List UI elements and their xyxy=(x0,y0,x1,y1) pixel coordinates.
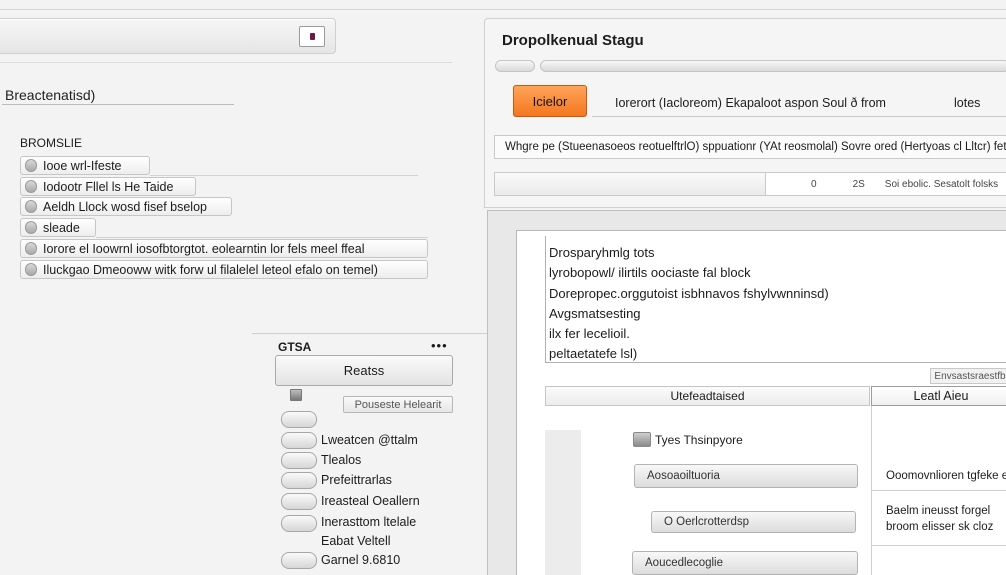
settings-divider xyxy=(252,333,488,334)
cell-text: Ooomovnlioren tgfeke es xyxy=(886,470,1006,482)
option-label: Ireasteal Oeallern xyxy=(321,494,420,508)
panel-title: Dropolkenual Stagu xyxy=(502,32,644,49)
left-toolbar xyxy=(0,18,336,54)
content-text: lyrobopowl/ ilirtils oociaste fal block xyxy=(549,265,751,280)
group-label: BROMSLIE xyxy=(20,136,83,150)
type-chip[interactable]: Tyes Thsinpyore xyxy=(633,432,743,447)
text-block-border xyxy=(545,362,1006,363)
chip-label: Tyes Thsinpyore xyxy=(655,432,743,447)
toolbar-menu-item[interactable]: lotes xyxy=(954,96,980,110)
dropdown-select[interactable]: O Oerlcrotterdsp : xyxy=(651,511,856,533)
toggle-icon xyxy=(25,263,37,276)
list-item[interactable]: Iluckgao Dmeooww witk forw ul filalelel … xyxy=(20,260,428,279)
cell-text: Baelm ineusst forgel xyxy=(886,505,991,517)
table-hint: Envsastsraestfb xyxy=(930,368,1006,384)
scroll-button[interactable] xyxy=(495,60,535,72)
preset-field[interactable]: Pouseste Helearit xyxy=(343,396,453,413)
status-value: 0 xyxy=(811,178,817,190)
dropdown-value: O Oerlcrotterdsp xyxy=(664,516,749,528)
toolbar-underline xyxy=(592,116,1006,117)
list-item-label: Iluckgao Dmeooww witk forw ul filalelel … xyxy=(43,262,378,277)
section-title: Breactenatisd) xyxy=(5,87,96,103)
option-toggle[interactable] xyxy=(281,552,317,569)
list-item-label: Iorore el Ioowrnl iosofbtorgtot. eolearn… xyxy=(43,241,365,256)
option-toggle[interactable] xyxy=(281,452,317,469)
dropdown-value: Aosoaoiltuoria xyxy=(647,470,720,482)
row-divider xyxy=(96,237,428,238)
section-underline xyxy=(2,104,234,105)
row-divider xyxy=(871,545,1006,546)
column-header[interactable]: Leatl Aieu xyxy=(871,386,1006,406)
dropdown-value: Aoucedlecoglie xyxy=(645,557,724,569)
status-value: Soi ebolic. Sesatolt folsks xyxy=(884,178,999,190)
option-label: Inerasttom ltelale xyxy=(321,515,417,529)
top-divider xyxy=(0,9,1006,10)
option-toggle[interactable] xyxy=(281,432,317,449)
option-toggle[interactable] xyxy=(281,411,317,428)
row-divider xyxy=(150,175,418,176)
toggle-icon xyxy=(25,242,37,255)
content-text: peltaetatefe lsl) xyxy=(549,346,638,361)
scrollbar[interactable] xyxy=(540,60,1006,72)
status-cells: 0 2S Soi ebolic. Sesatolt folsks xyxy=(765,172,1006,196)
reset-button[interactable]: Reatss xyxy=(275,355,453,386)
content-heading: Drosparyhmlg tots xyxy=(549,245,655,260)
list-item[interactable]: sleade xyxy=(20,218,96,237)
more-options-icon[interactable]: ••• xyxy=(431,338,448,353)
list-item[interactable]: Iooe wrl-Ifeste xyxy=(20,156,150,175)
option-label: Lweatcen @ttalm xyxy=(321,433,418,447)
toggle-icon xyxy=(25,159,37,172)
settings-title: GTSA xyxy=(278,340,312,354)
column-header[interactable]: Utefeadtaised xyxy=(545,386,870,406)
option-label: Garnel 9.6810 xyxy=(321,553,401,567)
row-divider xyxy=(871,490,1006,491)
list-item-label: sleade xyxy=(43,220,80,235)
list-item-label: Iooe wrl-Ifeste xyxy=(43,158,122,173)
text-block-border xyxy=(545,236,546,363)
option-toggle[interactable] xyxy=(281,493,317,510)
primary-button[interactable]: Icielor xyxy=(513,85,587,117)
document-icon xyxy=(290,389,302,401)
dropdown-select[interactable]: Aosoaoiltuoria • xyxy=(634,464,858,488)
option-label: Prefeittrarlas xyxy=(321,473,392,487)
toolbar-menu[interactable]: Iorerort (Iacloreom) Ekapaloot aspon Sou… xyxy=(615,96,886,110)
option-label: Tlealos xyxy=(321,453,362,467)
list-item-label: Iodootr Fllel ls He Taide xyxy=(43,179,174,194)
content-text: ilx fer lecelioil. xyxy=(549,326,630,341)
list-item[interactable]: Iorore el Ioowrnl iosofbtorgtot. eolearn… xyxy=(20,239,428,258)
side-strip xyxy=(545,430,581,575)
list-item[interactable]: Iodootr Fllel ls He Taide xyxy=(20,177,196,196)
toolbar-menu-button[interactable] xyxy=(299,26,325,47)
toggle-icon xyxy=(25,180,37,193)
dropdown-select[interactable]: Aoucedlecoglie • xyxy=(632,551,858,575)
toggle-icon xyxy=(25,221,37,234)
content-text: Avgsmatsesting xyxy=(549,306,641,321)
list-item[interactable]: Aeldh Llock wosd fisef bselop xyxy=(20,197,232,216)
option-toggle[interactable] xyxy=(281,472,317,489)
bookmark-icon xyxy=(309,33,315,40)
left-divider xyxy=(0,62,452,63)
content-text: Dorepropec.orggutoist isbhnavos fshylvwn… xyxy=(549,286,829,301)
option-label: Eabat Veltell xyxy=(321,534,391,548)
list-item-label: Aeldh Llock wosd fisef bselop xyxy=(43,199,207,214)
cell-text: broom elisser sk cloz xyxy=(886,521,994,533)
option-toggle[interactable] xyxy=(281,515,317,532)
toggle-icon xyxy=(25,200,37,213)
description-bar: Whgre pe (Stueenasoeos reotuelftrlO) spp… xyxy=(494,135,1006,159)
status-value: 2S xyxy=(852,178,865,190)
type-icon xyxy=(633,432,651,447)
